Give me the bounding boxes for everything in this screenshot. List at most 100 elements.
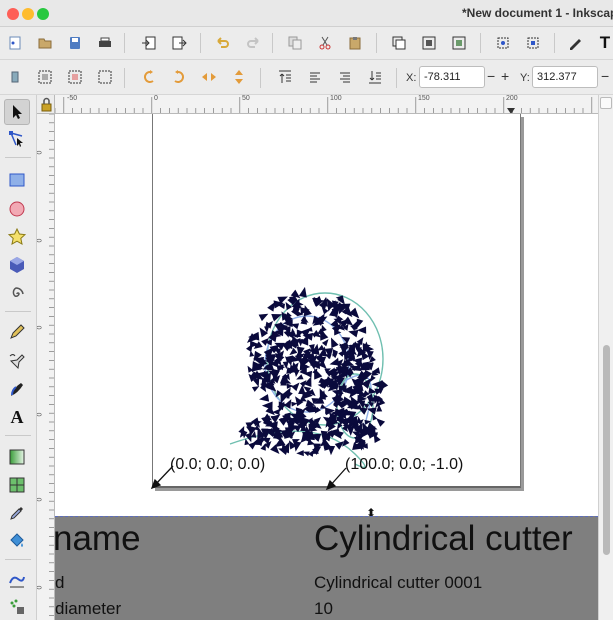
dropper-tool-icon[interactable] [4, 500, 30, 526]
zoom-page-icon[interactable] [448, 32, 470, 54]
star-tool-icon[interactable] [4, 224, 30, 250]
y-field[interactable]: 312.377 [532, 66, 598, 88]
export-icon[interactable] [168, 32, 190, 54]
spray-tool-icon[interactable] [4, 594, 30, 620]
cut-icon[interactable] [314, 32, 336, 54]
x-increment-button[interactable]: + [501, 68, 509, 84]
ruler-label: 150 [418, 95, 430, 102]
zoom-width-icon[interactable] [522, 32, 544, 54]
pen-tool-icon[interactable] [4, 348, 30, 374]
selector-tool-icon[interactable] [4, 99, 30, 125]
minimize-window-button[interactable] [22, 8, 34, 20]
select-all-layers-icon[interactable] [34, 66, 56, 88]
tool-controls-bar: X: -78.311 − + Y: 312.377 − [0, 61, 613, 95]
scroll-corner-button[interactable] [600, 97, 612, 109]
arrowhead-mark [347, 426, 355, 436]
window-title: *New document 1 - Inkscape [462, 6, 613, 20]
arrowhead-mark [319, 388, 328, 401]
raise-to-top-icon[interactable] [274, 66, 296, 88]
drawing-artwork[interactable] [55, 114, 598, 516]
pencil-tool-icon[interactable] [4, 319, 30, 345]
arrowhead-mark [296, 450, 304, 457]
ruler-label: 0 [37, 238, 44, 243]
ruler-label: 50 [242, 95, 250, 102]
print-icon[interactable] [94, 32, 116, 54]
save-icon[interactable] [64, 32, 86, 54]
rotate-cw-icon[interactable] [168, 66, 190, 88]
spiral-tool-icon[interactable] [4, 281, 30, 307]
table-row-value: 10 [314, 599, 333, 618]
inkscape-window: *New document 1 - Inkscape T X: -78.311 … [0, 0, 613, 620]
undo-icon[interactable] [212, 32, 234, 54]
table-header-col1: name [55, 519, 141, 558]
vertical-scrollbar-thumb[interactable] [603, 345, 610, 555]
copy-icon[interactable] [284, 32, 306, 54]
point-coordinate-label: (100.0; 0.0; -1.0) [345, 456, 464, 473]
arrowhead-mark [331, 337, 339, 349]
zoom-window-button[interactable] [37, 8, 49, 20]
arrowhead-mark [259, 394, 270, 402]
ruler-label: -50 [67, 95, 78, 102]
x-decrement-button[interactable]: − [487, 68, 495, 84]
table-row-key: diameter [55, 599, 122, 618]
toolbox: A [0, 95, 37, 620]
arrowhead-mark [270, 444, 280, 455]
paste-icon[interactable] [344, 32, 366, 54]
import-icon[interactable] [138, 32, 160, 54]
calligraphy-tool-icon[interactable] [4, 376, 30, 402]
table-row-value: Cylindrical cutter 0001 [314, 573, 483, 592]
new-document-icon[interactable] [4, 32, 26, 54]
y-decrement-button[interactable]: − [601, 68, 609, 84]
text-tool-icon[interactable]: T [594, 32, 613, 54]
flip-vertical-icon[interactable] [228, 66, 250, 88]
mesh-tool-icon[interactable] [4, 472, 30, 498]
zoom-drawing-icon[interactable] [418, 32, 440, 54]
tool-table[interactable]: name Cylindrical cutter d Cylindrical cu… [55, 516, 598, 620]
paint-bucket-tool-icon[interactable] [4, 528, 30, 554]
close-window-button[interactable] [7, 8, 19, 20]
ruler-label: 0 [37, 585, 44, 590]
ruler-label: 0 [154, 95, 158, 102]
text-tool-icon-toolbox[interactable]: A [4, 404, 30, 430]
node-tool-icon[interactable] [4, 126, 30, 152]
select-all-icon[interactable] [4, 66, 26, 88]
gradient-tool-icon[interactable] [4, 444, 30, 470]
arrowhead-mark [348, 329, 359, 338]
y-label: Y: [520, 72, 530, 84]
ruler-label: 100 [330, 95, 342, 102]
lower-to-bottom-icon[interactable] [364, 66, 386, 88]
commands-bar: T [0, 27, 613, 60]
lower-icon[interactable] [334, 66, 356, 88]
vertical-ruler[interactable]: 0 0 0 0 0 0 [37, 114, 55, 620]
invert-selection-icon[interactable] [64, 66, 86, 88]
zoom-selection-icon[interactable] [388, 32, 410, 54]
x-label: X: [406, 72, 417, 84]
drawing-canvas[interactable]: (0.0; 0.0; 0.0) (100.0; 0.0; -1.0) ⬍ nam… [55, 114, 598, 620]
vertical-scrollbar[interactable] [598, 95, 613, 620]
table-header-col2: Cylindrical cutter [314, 519, 573, 558]
3d-box-tool-icon[interactable] [4, 252, 30, 278]
guide-lock-icon[interactable] [37, 95, 55, 114]
rectangle-tool-icon[interactable] [4, 167, 30, 193]
horizontal-ruler[interactable]: -50 0 50 100 150 200 [55, 95, 598, 114]
flip-horizontal-icon[interactable] [198, 66, 220, 88]
ruler-label: 0 [37, 325, 44, 330]
arrowhead-mark [251, 386, 260, 392]
ruler-label: 0 [37, 150, 44, 155]
table-row-key: d [55, 573, 65, 592]
raise-icon[interactable] [304, 66, 326, 88]
ruler-label: 200 [506, 95, 518, 102]
ruler-label: 0 [37, 497, 44, 502]
tweak-tool-icon[interactable] [4, 567, 30, 593]
arrowhead-mark [258, 313, 269, 322]
ellipse-tool-icon[interactable] [4, 196, 30, 222]
zoom-fit-icon[interactable] [492, 32, 514, 54]
x-field[interactable]: -78.311 [419, 66, 485, 88]
deselect-icon[interactable] [94, 66, 116, 88]
title-bar: *New document 1 - Inkscape [0, 0, 613, 27]
origin-coordinate-label: (0.0; 0.0; 0.0) [170, 456, 266, 473]
xml-editor-icon[interactable] [564, 32, 586, 54]
open-icon[interactable] [34, 32, 56, 54]
redo-icon[interactable] [242, 32, 264, 54]
rotate-ccw-icon[interactable] [138, 66, 160, 88]
